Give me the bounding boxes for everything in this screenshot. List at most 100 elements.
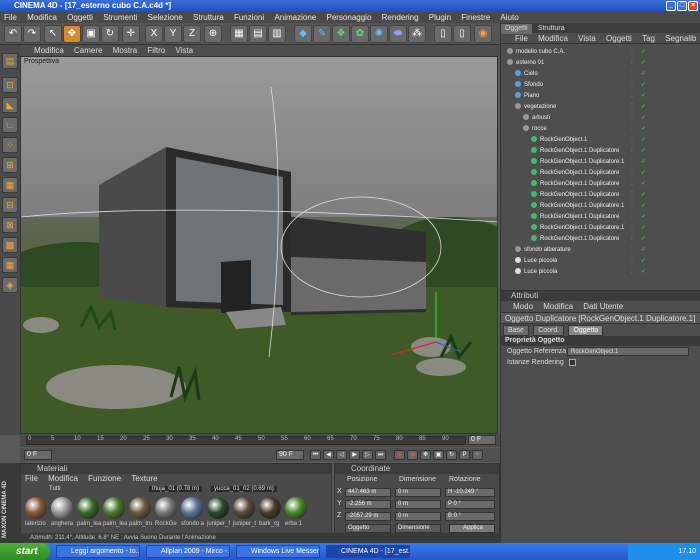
menu-funzioni[interactable]: Funzioni: [230, 12, 268, 23]
obj-menu-oggetti[interactable]: Oggetti: [602, 33, 636, 44]
object-row[interactable]: RockGenObject.1 Duplicatore.1 ⁚ ✓: [503, 223, 699, 233]
apply-button[interactable]: Applica: [449, 524, 495, 533]
tab-oggetto[interactable]: Oggetto: [568, 325, 604, 336]
enabled-check-icon[interactable]: ✓: [641, 135, 646, 145]
start-button[interactable]: start: [0, 543, 50, 560]
menu-struttura[interactable]: Struttura: [189, 12, 228, 23]
checker-icon[interactable]: ▦: [2, 257, 18, 273]
object-row[interactable]: RockGenObject.1 Duplicatore ⁚ ✓: [503, 212, 699, 222]
use-texture-icon[interactable]: ◣: [2, 97, 18, 113]
enabled-check-icon[interactable]: ✓: [641, 80, 646, 90]
pos-y-field[interactable]: -2.256 m: [345, 500, 391, 509]
material-swatch[interactable]: [285, 497, 307, 519]
reference-object-field[interactable]: RockGenObject.1: [567, 347, 689, 356]
size-mode-dropdown[interactable]: Dimensione: [395, 524, 441, 533]
live-select-icon[interactable]: ↖: [44, 25, 62, 43]
tab-coord[interactable]: Coord.: [533, 325, 565, 336]
mat-menu-texture[interactable]: Texture: [127, 474, 161, 484]
object-row[interactable]: Piano ⁚ ✓: [503, 91, 699, 101]
coord-tool-icon[interactable]: ✛: [122, 25, 140, 43]
vp-menu-filtro[interactable]: Filtro: [143, 45, 169, 56]
menu-file[interactable]: File: [0, 12, 21, 23]
mat-menu-modifica[interactable]: Modifica: [44, 474, 82, 484]
undo-icon[interactable]: ↶: [4, 25, 22, 43]
visibility-dots-icon[interactable]: ⁚: [631, 91, 633, 101]
taskbar-item[interactable]: Allplan 2009 - Mirco -...: [146, 545, 230, 558]
obj-menu-file[interactable]: File: [511, 33, 532, 44]
mat-menu-file[interactable]: File: [21, 474, 42, 484]
visibility-dots-icon[interactable]: ⁚: [631, 102, 633, 112]
pos-z-field[interactable]: -2057.29 m: [345, 512, 391, 521]
enabled-check-icon[interactable]: ✓: [641, 267, 646, 277]
menu-strumenti[interactable]: Strumenti: [99, 12, 141, 23]
enabled-check-icon[interactable]: ✓: [641, 256, 646, 266]
move-tool-icon[interactable]: ✥: [63, 25, 81, 43]
vp-menu-mostra[interactable]: Mostra: [109, 45, 141, 56]
object-row[interactable]: Luce piccola ⁚ ✓: [503, 267, 699, 277]
visibility-dots-icon[interactable]: ⁚: [631, 47, 633, 57]
nurbs-icon[interactable]: ❖: [332, 25, 350, 43]
use-model-icon[interactable]: ⊡: [2, 77, 18, 93]
tab-base[interactable]: Base: [503, 325, 529, 336]
goto-start-icon[interactable]: ⏮: [310, 450, 321, 460]
visibility-dots-icon[interactable]: ⁚: [631, 69, 633, 79]
visibility-dots-icon[interactable]: ⁚: [631, 135, 633, 145]
enabled-check-icon[interactable]: ✓: [641, 58, 646, 68]
enabled-check-icon[interactable]: ✓: [641, 157, 646, 167]
object-row[interactable]: RockGenObject.1 Duplicatore ⁚ ✓: [503, 234, 699, 244]
object-row[interactable]: Sfondo ⁚ ✓: [503, 80, 699, 90]
close-button[interactable]: ×: [688, 1, 698, 11]
spline-pen-icon[interactable]: ✎: [313, 25, 331, 43]
material-swatch[interactable]: [77, 497, 99, 519]
visibility-dots-icon[interactable]: ⁚: [631, 212, 633, 222]
object-row[interactable]: RockGenObject.1 Duplicatore ⁚ ✓: [503, 146, 699, 156]
scale-tool-icon[interactable]: ▣: [82, 25, 100, 43]
taskbar-item-active[interactable]: CINEMA 4D - [17_est...: [326, 545, 410, 558]
object-row[interactable]: RockGenObject.1 Duplicatore ⁚ ✓: [503, 190, 699, 200]
current-frame-field[interactable]: 0 F: [468, 435, 496, 445]
render-settings-icon[interactable]: ▥: [268, 25, 286, 43]
menu-rendering[interactable]: Rendering: [378, 12, 423, 23]
menu-plugin[interactable]: Plugin: [425, 12, 455, 23]
world-coords-icon[interactable]: ⊕: [204, 25, 222, 43]
object-row[interactable]: modello cubo C.A. ⁚ ✓: [503, 47, 699, 57]
cube-primitive-icon[interactable]: ◆: [294, 25, 312, 43]
layout-icon[interactable]: ▯: [434, 25, 452, 43]
enabled-check-icon[interactable]: ✓: [641, 91, 646, 101]
enabled-check-icon[interactable]: ✓: [641, 69, 646, 79]
visibility-dots-icon[interactable]: ⁚: [631, 223, 633, 233]
enabled-check-icon[interactable]: ✓: [641, 201, 646, 211]
polygons-mode-icon[interactable]: ▦: [2, 177, 18, 193]
key-pla-icon[interactable]: ⁘: [472, 450, 483, 460]
deformer-icon[interactable]: ✺: [370, 25, 388, 43]
object-row[interactable]: RockGenObject.1 Duplicatore.1 ⁚ ✓: [503, 157, 699, 167]
visibility-dots-icon[interactable]: ⁚: [631, 245, 633, 255]
redo-icon[interactable]: ↷: [23, 25, 41, 43]
rot-b-field[interactable]: B 0 °: [445, 512, 495, 521]
attr-menu-modifica[interactable]: Modifica: [539, 301, 577, 312]
material-filter[interactable]: Tutti: [49, 486, 60, 492]
visibility-dots-icon[interactable]: ⁚: [631, 157, 633, 167]
object-row[interactable]: rocce ⁚ ✓: [503, 124, 699, 134]
visibility-dots-icon[interactable]: ⁚: [631, 168, 633, 178]
render-picture-icon[interactable]: ▤: [249, 25, 267, 43]
rotate-tool-icon[interactable]: ↻: [101, 25, 119, 43]
enabled-check-icon[interactable]: ✓: [641, 212, 646, 222]
key-position-icon[interactable]: ✥: [420, 450, 431, 460]
menu-finestre[interactable]: Finestre: [457, 12, 494, 23]
visibility-dots-icon[interactable]: ⁚: [631, 256, 633, 266]
enabled-check-icon[interactable]: ✓: [641, 245, 646, 255]
visibility-dots-icon[interactable]: ⁚: [631, 201, 633, 211]
scene-object-icon[interactable]: ⬬: [389, 25, 407, 43]
attr-menu-modo[interactable]: Modo: [509, 301, 537, 312]
camera-icon[interactable]: ⁂: [408, 25, 426, 43]
visibility-dots-icon[interactable]: ⁚: [631, 58, 633, 68]
enabled-check-icon[interactable]: ✓: [641, 102, 646, 112]
maximize-button[interactable]: □: [677, 1, 687, 11]
dim-x-field[interactable]: 0 m: [395, 488, 441, 497]
z-axis-lock-icon[interactable]: Z: [183, 25, 201, 43]
visibility-dots-icon[interactable]: ⁚: [631, 146, 633, 156]
enabled-check-icon[interactable]: ✓: [641, 124, 646, 134]
enabled-check-icon[interactable]: ✓: [641, 190, 646, 200]
material-swatch[interactable]: [181, 497, 203, 519]
